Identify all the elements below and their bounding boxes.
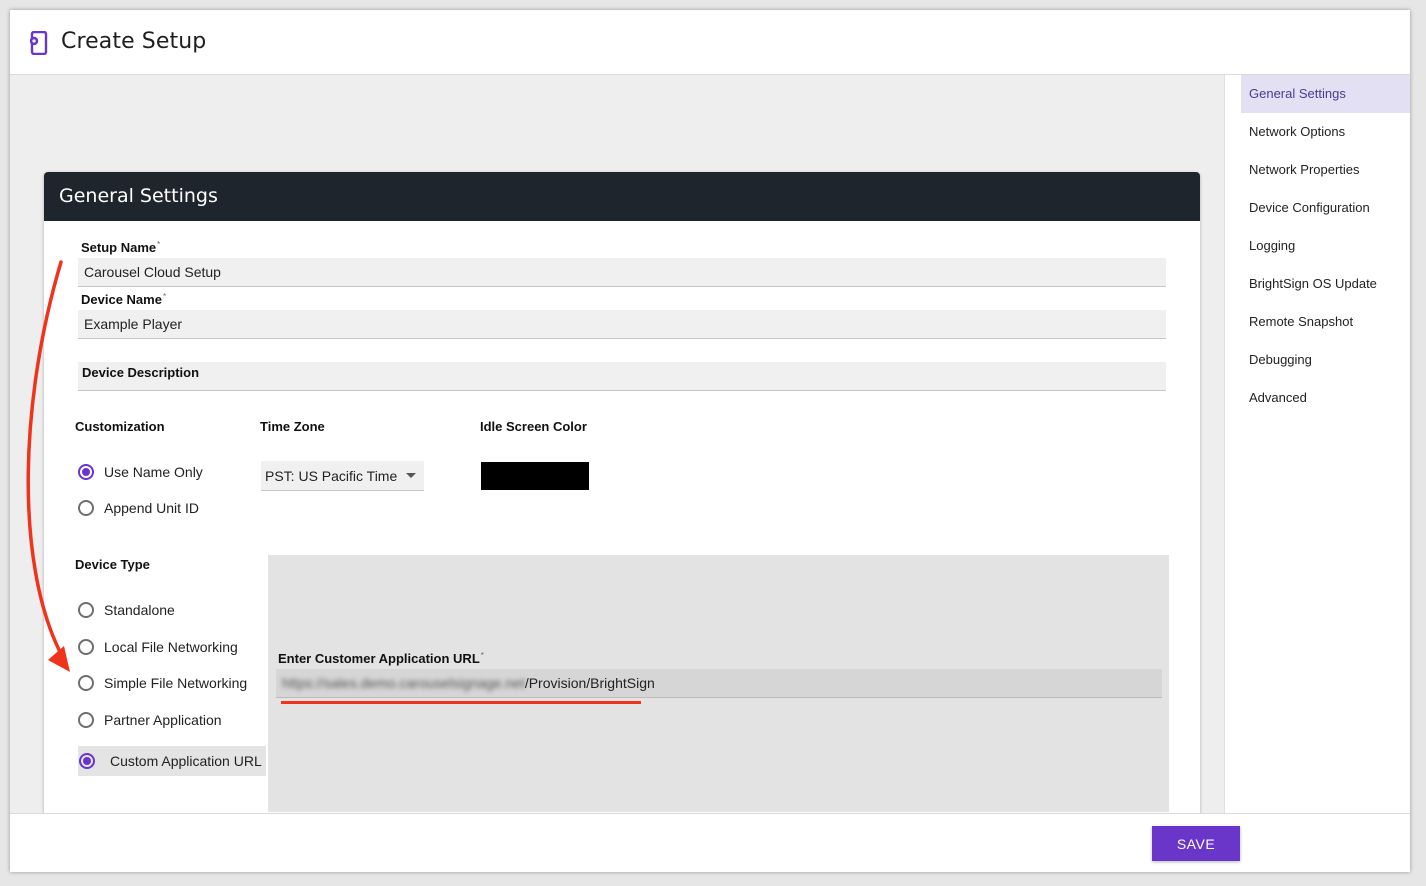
annotation-arrow-icon [26, 260, 70, 672]
